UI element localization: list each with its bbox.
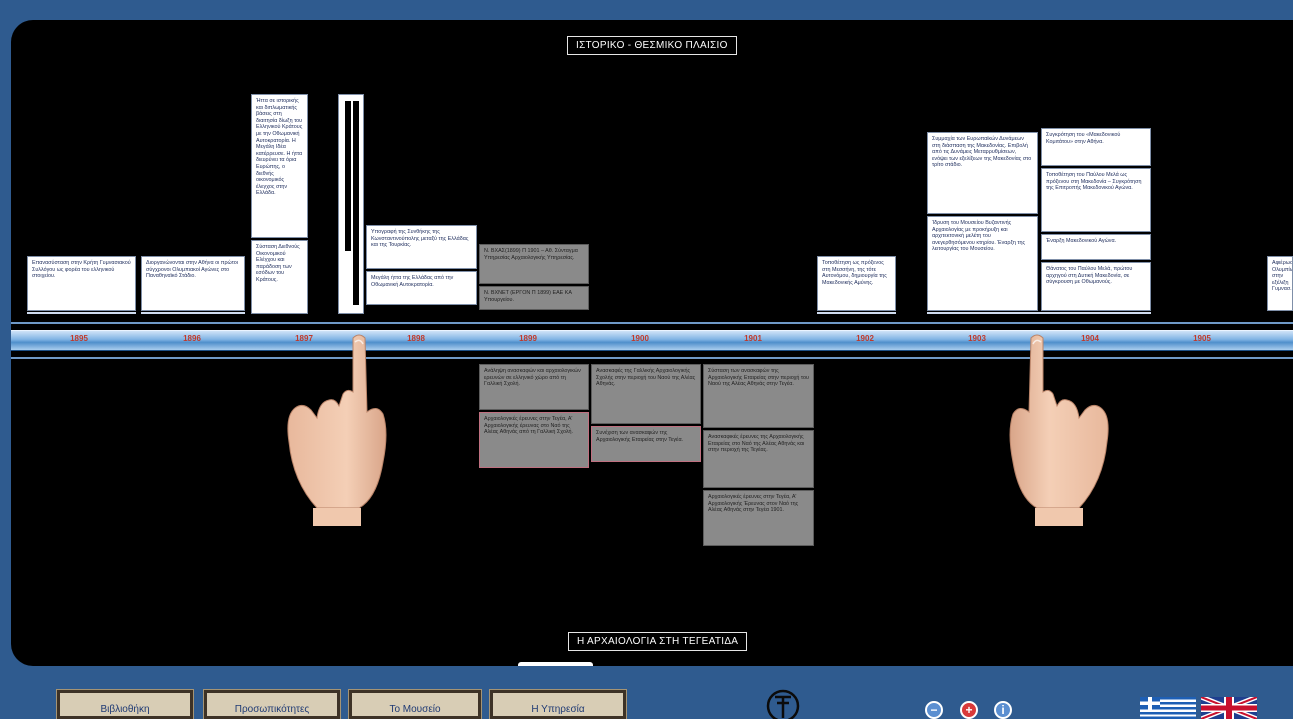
card-underline [27,312,136,314]
year-label[interactable]: 1902 [835,334,895,343]
event-card[interactable]: Τοποθέτηση ως πρόξενος στη Μεσσήνη, της … [817,256,896,311]
page-title: ΙΣΤΟΡΙΚΟ - ΘΕΣΜΙΚΟ ΠΛΑΙΣΙΟ [567,36,737,55]
event-card[interactable]: Ανασκαφές της Γαλλικής Αρχαιολογικής Σχο… [591,364,701,424]
event-card[interactable]: Συγκρότηση του «Μακεδονικού Κομιτάτου» σ… [1041,128,1151,166]
event-card[interactable]: Σύσταση Διεθνούς Οικονομικού Ελέγχου και… [251,240,308,314]
event-card[interactable]: Συμμαχία των Ευρωπαϊκών Δυνάμεων στη διά… [927,132,1038,214]
event-card[interactable]: Θάνατος του Παύλου Μελά, πρώτου αρχηγού … [1041,262,1151,311]
event-card[interactable]: Μεγάλη ήττα της Ελλάδας από την Οθωμανικ… [366,271,477,305]
year-label[interactable]: 1895 [49,334,109,343]
pointing-hand-icon [287,334,387,526]
year-label[interactable]: 1896 [162,334,222,343]
timeline-rule-top [11,322,1293,324]
event-card[interactable]: Αρχαιολογικές έρευνες στην Τεγέα, Α' Αρχ… [479,412,589,468]
museum-logo-icon[interactable] [763,686,803,719]
zoom-out-button[interactable]: − [925,701,943,719]
library-button[interactable]: Βιβλιοθήκη [56,689,194,719]
greek-flag-icon[interactable] [1140,697,1196,719]
uk-flag-icon[interactable] [1201,697,1257,719]
timeline-canvas[interactable]: ΙΣΤΟΡΙΚΟ - ΘΕΣΜΙΚΟ ΠΛΑΙΣΙΟ Επανασύσταση … [11,20,1293,666]
event-card[interactable]: Έναρξη Μακεδονικού Αγώνα. [1041,234,1151,260]
year-label[interactable]: 1900 [610,334,670,343]
event-card[interactable]: Αρχαιολογικές έρευνες στην Τεγέα, Α' Αρχ… [703,490,814,546]
event-card[interactable]: Ν. ΒΧΝΕΤ (ΕΡΓΟΝ Π 1899) ΕΑΕ ΚΑ Υπουργείο… [479,286,589,310]
card-underline [141,312,245,314]
card-underline [817,312,896,314]
info-button[interactable]: i [994,701,1012,719]
event-card[interactable]: Ανάληψη ανασκαφών και αρχαιολογικών ερευ… [479,364,589,410]
card-underline [927,312,1151,314]
event-card[interactable]: Επανασύσταση στην Κρήτη Γυμνασιακού Συλλ… [27,256,136,311]
museum-button[interactable]: Το Μουσείο [348,689,482,719]
personalities-button[interactable]: Προσωπικότητες [203,689,341,719]
pointing-hand-icon [1009,334,1109,526]
event-card[interactable]: Ν. ΒΧΑΣ(1899) Π 1901 – Αθ. Σύνταγμα Υπηρ… [479,244,589,284]
year-label[interactable]: 1903 [947,334,1007,343]
year-label[interactable]: 1899 [498,334,558,343]
service-button[interactable]: Η Υπηρεσία [489,689,627,719]
event-card[interactable]: Συνέχιση των ανασκαφών της Αρχαιολογικής… [591,426,701,462]
event-card[interactable]: Τοποθέτηση του Παύλου Μελά ως πρόξενου σ… [1041,168,1151,232]
year-label[interactable]: 1905 [1172,334,1232,343]
event-card[interactable]: Ίδρυση του Μουσείου Βυζαντινής Αρχαιολογ… [927,216,1038,311]
event-card[interactable]: Ανασκαφικές έρευνες της Αρχαιολογικής Ετ… [703,430,814,488]
event-card-strip [338,94,364,314]
year-label[interactable]: 1901 [723,334,783,343]
event-card[interactable]: Υπογραφή της Συνθήκης της Κωνσταντινούπο… [366,225,477,269]
year-label[interactable]: 1898 [386,334,446,343]
event-card[interactable]: Σύσταση των ανασκαφών της Αρχαιολογικής … [703,364,814,428]
zoom-in-button[interactable]: + [960,701,978,719]
section-title: Η ΑΡΧΑΙΟΛΟΓΙΑ ΣΤΗ ΤΕΓΕΑΤΙΔΑ [568,632,748,651]
event-card[interactable]: Αφιέρωση Ολυμπίων στην εξέλιξη Γυμνασ. [1267,256,1293,311]
scrollbar-thumb[interactable] [518,662,593,666]
event-card[interactable]: Ήττα σε ιστορικής και διπλωματικής βάσει… [251,94,308,238]
event-card[interactable]: Διοργανώνονται στην Αθήνα οι πρώτοι σύγχ… [141,256,245,311]
